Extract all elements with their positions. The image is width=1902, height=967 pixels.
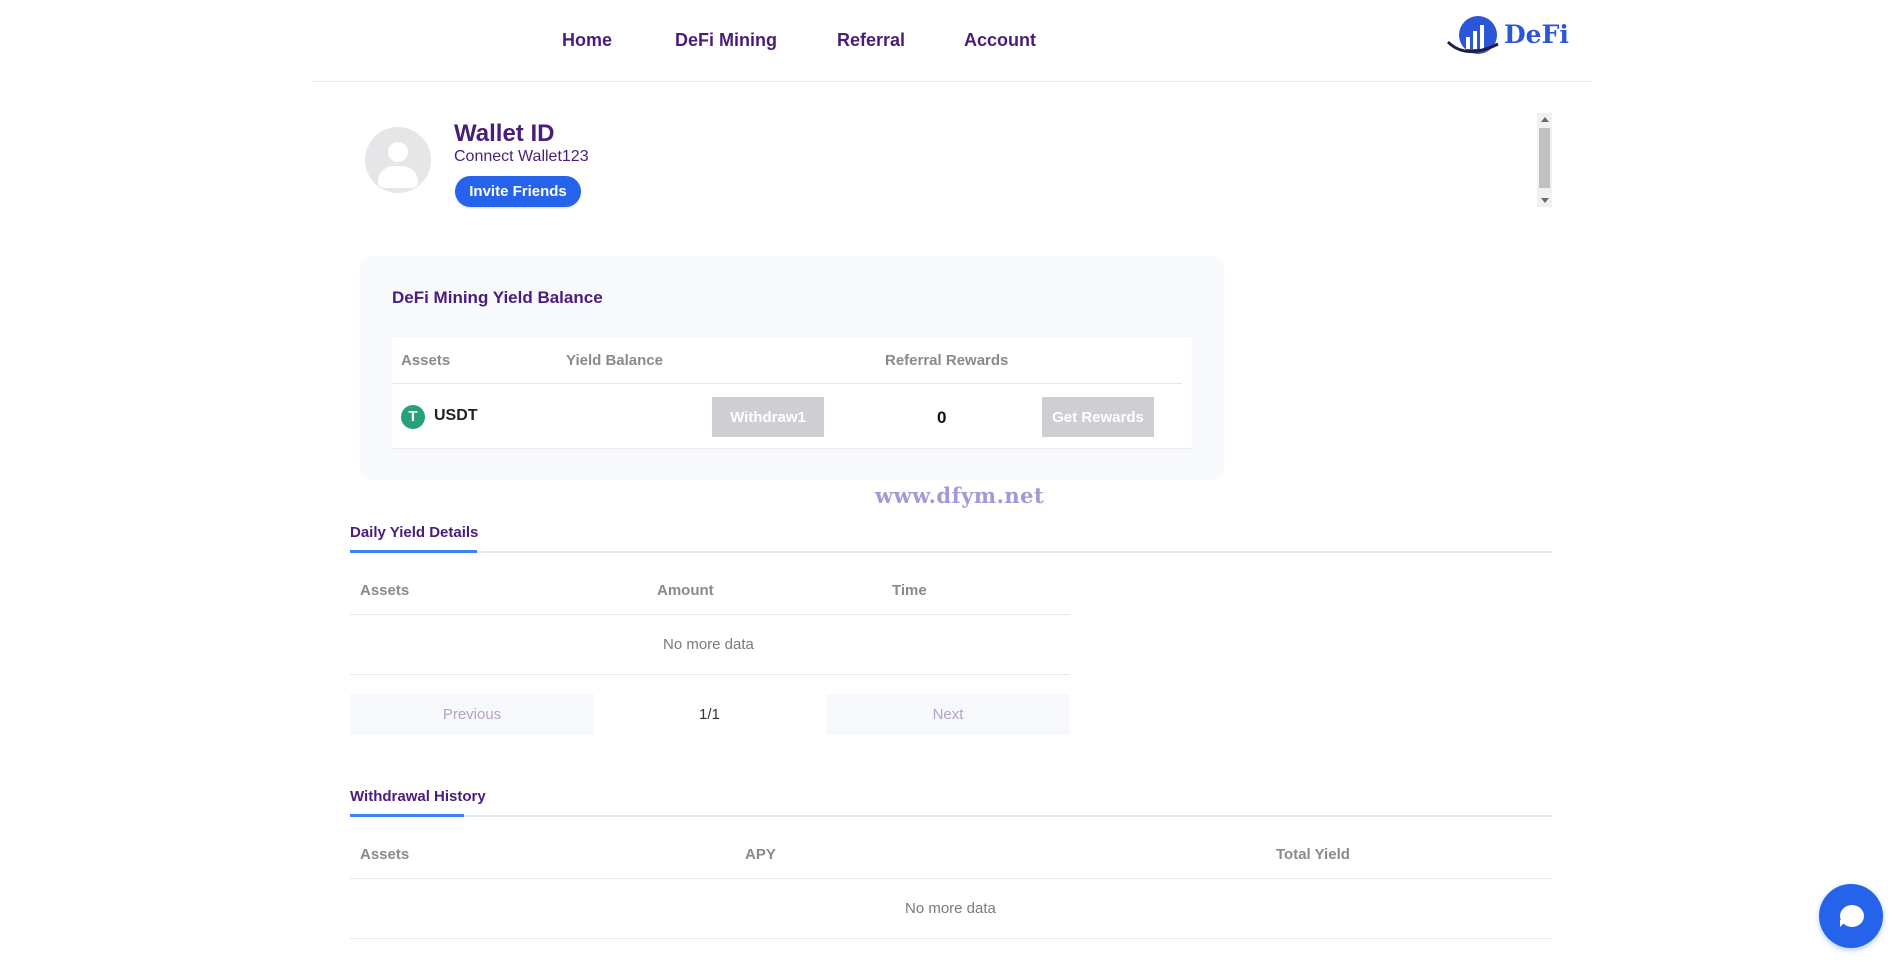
tab-daily-yield-details[interactable]: Daily Yield Details — [350, 524, 478, 541]
watermark-text: www.dfym.net — [875, 483, 1045, 508]
column-header-amount: Amount — [657, 582, 714, 599]
referral-rewards-value: 0 — [937, 408, 947, 427]
get-rewards-button[interactable]: Get Rewards — [1042, 397, 1154, 437]
column-header-assets: Assets — [360, 846, 410, 863]
scroll-thumb[interactable] — [1539, 128, 1550, 188]
nav-referral[interactable]: Referral — [837, 30, 905, 51]
page-indicator: 1/1 — [699, 706, 720, 723]
tab-active-indicator — [350, 814, 464, 817]
usdt-icon: T — [401, 405, 425, 429]
asset-name: USDT — [434, 407, 478, 424]
withdraw-button[interactable]: Withdraw1 — [712, 397, 824, 437]
next-page-button[interactable]: Next — [826, 694, 1070, 735]
row-divider — [350, 674, 1070, 675]
column-header-yield-balance: Yield Balance — [566, 352, 663, 369]
nav-home[interactable]: Home — [562, 30, 612, 51]
header-divider — [350, 878, 1552, 879]
defi-logo[interactable]: DeFi — [1446, 14, 1569, 58]
column-header-assets: Assets — [360, 582, 410, 599]
tab-underline — [350, 815, 1552, 817]
previous-page-button[interactable]: Previous — [350, 694, 594, 735]
tab-underline — [350, 551, 1552, 553]
chat-support-button[interactable] — [1819, 884, 1883, 948]
column-header-total-yield: Total Yield — [1276, 846, 1350, 863]
column-header-assets: Assets — [401, 352, 451, 369]
nav-defi-mining[interactable]: DeFi Mining — [675, 30, 777, 51]
column-header-time: Time — [892, 582, 927, 599]
row-divider — [392, 448, 1192, 449]
nav-account[interactable]: Account — [964, 30, 1036, 51]
withdrawal-history-empty-state: No more data — [905, 900, 996, 917]
column-header-apy: APY — [745, 846, 776, 863]
row-divider — [350, 938, 1552, 939]
header-divider — [392, 383, 1182, 384]
wallet-connect-label: Connect Wallet123 — [454, 148, 589, 165]
yield-balance-table: Assets Yield Balance Referral Rewards T … — [392, 337, 1192, 449]
yield-balance-title: DeFi Mining Yield Balance — [392, 288, 603, 307]
scroll-up-icon[interactable] — [1541, 117, 1549, 122]
top-navigation — [312, 0, 1592, 82]
wallet-id-title: Wallet ID — [454, 120, 555, 147]
logo-chart-icon — [1446, 16, 1499, 54]
daily-yield-empty-state: No more data — [663, 636, 754, 653]
header-divider — [350, 614, 1070, 615]
user-avatar-icon — [365, 127, 431, 193]
profile-scrollbar[interactable] — [1537, 113, 1552, 207]
scroll-down-icon[interactable] — [1541, 198, 1549, 203]
column-header-referral-rewards: Referral Rewards — [885, 352, 1009, 369]
yield-balance-card: DeFi Mining Yield Balance Assets Yield B… — [360, 256, 1224, 480]
logo-text: DeFi — [1504, 20, 1569, 49]
tab-active-indicator — [350, 550, 477, 553]
tab-withdrawal-history[interactable]: Withdrawal History — [350, 788, 486, 805]
invite-friends-button[interactable]: Invite Friends — [455, 176, 581, 207]
